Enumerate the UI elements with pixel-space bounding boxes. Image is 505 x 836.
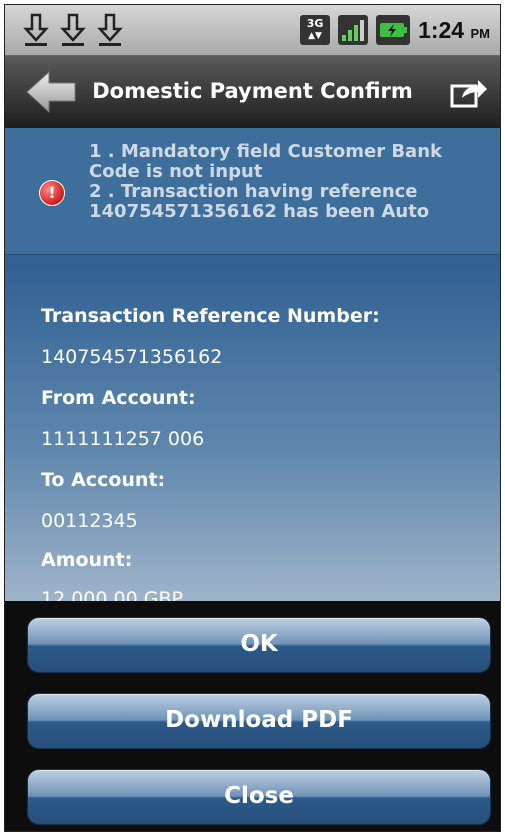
error-message-panel: ! 1 . Mandatory field Customer Bank Code…	[5, 128, 500, 255]
error-line: 1 . Mandatory field Customer Bank	[89, 142, 442, 162]
error-line: 140754571356162 has been Auto	[89, 202, 430, 222]
download-notification-icon[interactable]	[23, 13, 49, 47]
status-bar: 3G ▲▼ 1:24 PM	[5, 5, 500, 56]
download-notification-icon[interactable]	[97, 13, 123, 47]
error-line: 2 . Transaction having reference	[89, 182, 418, 202]
field-value-to-account: 00112345	[41, 510, 138, 532]
battery-icon	[376, 15, 411, 45]
download-notification-icon[interactable]	[60, 13, 86, 47]
error-icon: !	[39, 180, 65, 206]
signal-icon	[338, 15, 369, 45]
field-value-reference: 140754571356162	[41, 346, 223, 368]
close-button[interactable]: Close	[27, 769, 491, 825]
share-icon[interactable]	[450, 78, 488, 108]
network-3g-icon: 3G ▲▼	[300, 15, 331, 45]
error-message-text: 1 . Mandatory field Customer Bank Code i…	[89, 142, 469, 222]
action-button-bar: OK Download PDF Close	[5, 601, 500, 831]
phone-screen: 3G ▲▼ 1:24 PM Domestic Payment Confirm !…	[4, 4, 501, 832]
download-pdf-button[interactable]: Download PDF	[27, 693, 491, 749]
page-title: Domestic Payment Confirm	[92, 79, 413, 103]
field-label-reference: Transaction Reference Number:	[41, 305, 380, 327]
field-label-from-account: From Account:	[41, 387, 196, 409]
field-value-from-account: 1111111257 006	[41, 428, 205, 450]
field-label-amount: Amount:	[41, 549, 133, 571]
error-line: Code is not input	[89, 162, 263, 182]
ok-button[interactable]: OK	[27, 617, 491, 673]
field-value-amount: 12,000.00 GBP	[41, 588, 183, 601]
transaction-details[interactable]: Transaction Reference Number: 1407545713…	[5, 255, 500, 601]
title-bar: Domestic Payment Confirm	[5, 56, 500, 128]
status-clock: 1:24 PM	[418, 16, 490, 43]
field-label-to-account: To Account:	[41, 469, 166, 491]
